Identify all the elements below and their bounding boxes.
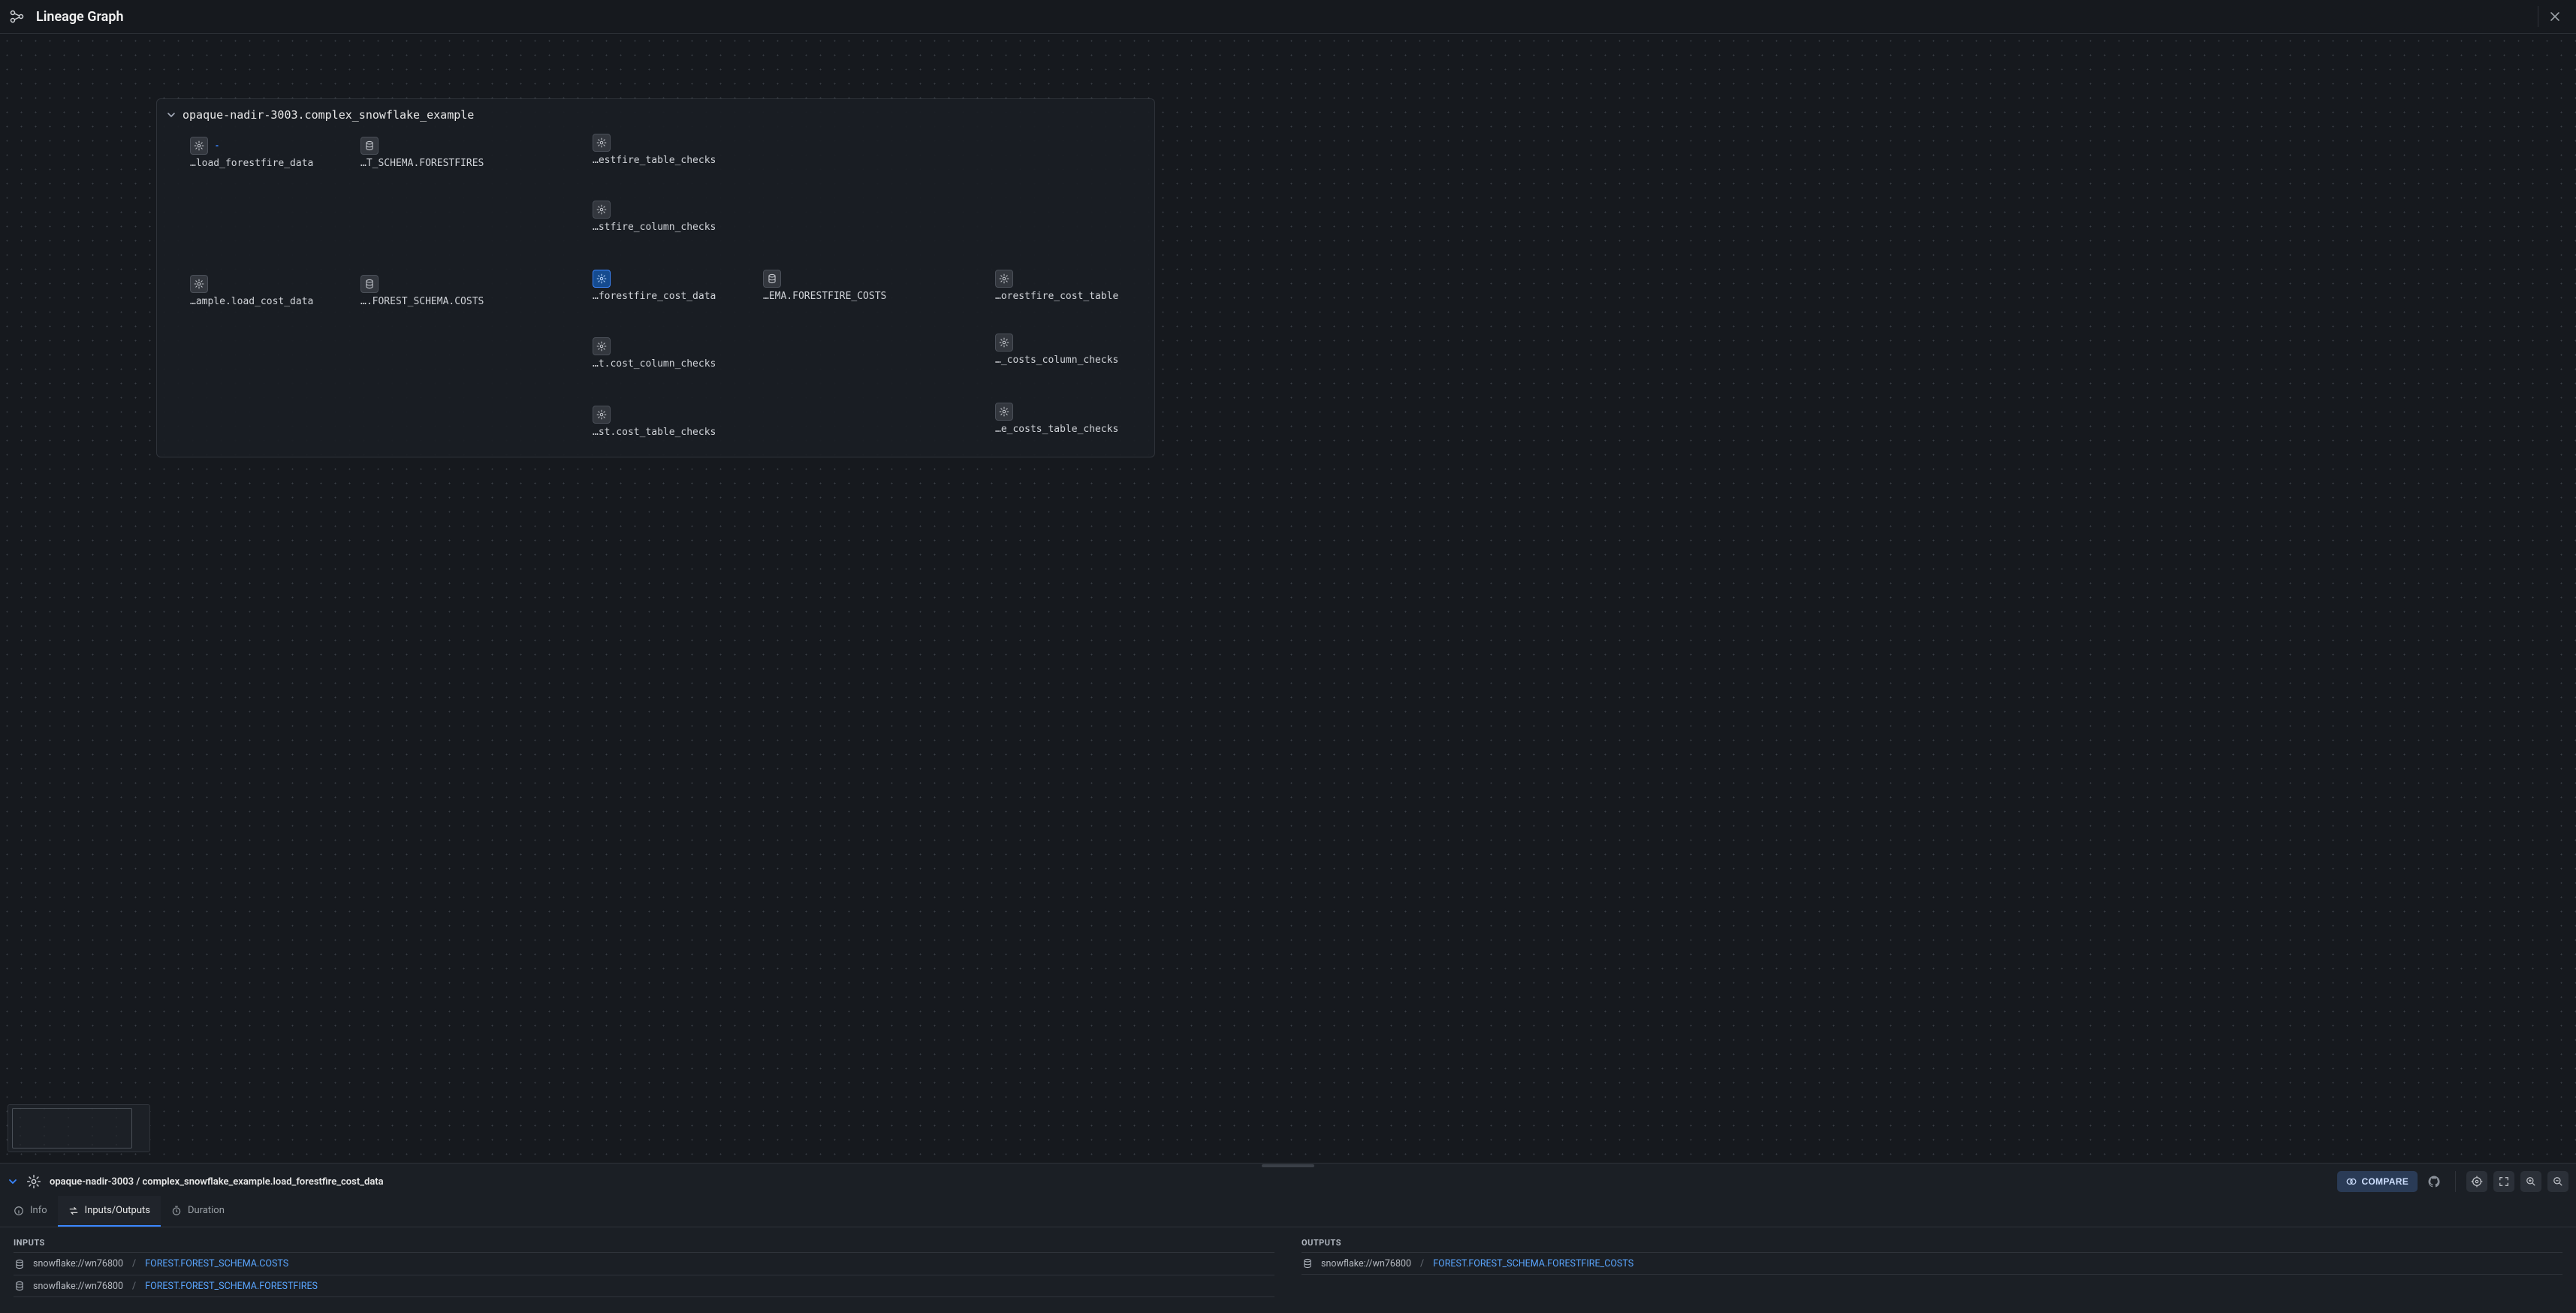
- dataset-icon: [14, 1280, 26, 1292]
- lineage-canvas[interactable]: opaque-nadir-3003.complex_snowflake_exam…: [0, 34, 2576, 1163]
- node-cost-column-checks[interactable]: …t.cost_column_checks: [593, 337, 716, 370]
- dataset-icon: [14, 1258, 26, 1270]
- github-icon[interactable]: [2424, 1171, 2445, 1192]
- panel-collapse-toggle[interactable]: [8, 1176, 18, 1187]
- node-label: …e_costs_table_checks: [995, 424, 1118, 435]
- node-label: …EMA.FORESTFIRE_COSTS: [763, 291, 886, 302]
- node-forestfire-table-checks[interactable]: …estfire_table_checks: [593, 134, 716, 166]
- node-label: …t.cost_column_checks: [593, 358, 716, 370]
- node-costs-table[interactable]: ….FOREST_SCHEMA.COSTS: [360, 275, 484, 307]
- node-label: …load_forestfire_data: [190, 158, 313, 169]
- node-load-forestfire-data[interactable]: …load_forestfire_data: [190, 137, 313, 169]
- compare-button[interactable]: COMPARE: [2337, 1171, 2418, 1192]
- fullscreen-button[interactable]: [2493, 1171, 2514, 1192]
- zoom-out-button[interactable]: [2547, 1171, 2568, 1192]
- group-title: opaque-nadir-3003.complex_snowflake_exam…: [182, 108, 474, 122]
- page-title: Lineage Graph: [36, 9, 124, 25]
- node-label: …_costs_column_checks: [995, 355, 1118, 366]
- node-forestfire-cost-data[interactable]: …forestfire_cost_data: [593, 270, 716, 302]
- node-label: …ample.load_cost_data: [190, 296, 313, 307]
- minimap-viewport[interactable]: [12, 1108, 132, 1148]
- lineage-logo-icon: [9, 7, 29, 26]
- output-row[interactable]: snowflake://wn76800 / FOREST.FOREST_SCHE…: [1302, 1252, 2562, 1275]
- dataset-path: FOREST.FOREST_SCHEMA.FORESTFIRES: [145, 1281, 318, 1292]
- node-label: …forestfire_cost_data: [593, 291, 716, 302]
- dataset-host: snowflake://wn76800: [1321, 1258, 1411, 1269]
- dataset-host: snowflake://wn76800: [33, 1281, 123, 1292]
- node-label: …st.cost_table_checks: [593, 427, 716, 438]
- gear-icon: [24, 1172, 44, 1191]
- outputs-column: OUTPUTS snowflake://wn76800 / FOREST.FOR…: [1288, 1227, 2576, 1313]
- node-forestfire-costs-table[interactable]: …EMA.FORESTFIRE_COSTS: [763, 270, 886, 302]
- tab-duration[interactable]: Duration: [161, 1196, 235, 1227]
- compare-label: COMPARE: [2361, 1176, 2409, 1187]
- node-forestfire-column-checks[interactable]: …stfire_column_checks: [593, 201, 716, 233]
- input-row[interactable]: snowflake://wn76800 / FOREST.FOREST_SCHE…: [14, 1275, 1274, 1297]
- group-collapse-toggle[interactable]: [166, 110, 176, 120]
- inputs-column: INPUTS snowflake://wn76800 / FOREST.FORE…: [0, 1227, 1288, 1313]
- tab-inputs-outputs[interactable]: Inputs/Outputs: [58, 1196, 161, 1227]
- node-cost-table-checks[interactable]: …st.cost_table_checks: [593, 406, 716, 438]
- node-label: …stfire_column_checks: [593, 222, 716, 233]
- node-load-cost-data[interactable]: …ample.load_cost_data: [190, 275, 313, 307]
- node-label: …estfire_table_checks: [593, 155, 716, 166]
- toolbar-divider: [2455, 1171, 2456, 1192]
- zoom-in-button[interactable]: [2520, 1171, 2541, 1192]
- center-button[interactable]: [2466, 1171, 2487, 1192]
- node-forestfire-cost-table-job[interactable]: …orestfire_cost_table: [995, 270, 1118, 302]
- minimap[interactable]: [8, 1104, 150, 1152]
- outputs-heading: OUTPUTS: [1302, 1233, 2562, 1252]
- node-forestfires-table[interactable]: …T_SCHEMA.FORESTFIRES: [360, 137, 484, 169]
- node-label: …T_SCHEMA.FORESTFIRES: [360, 158, 484, 169]
- node-costs-table-checks[interactable]: …e_costs_table_checks: [995, 403, 1118, 435]
- dataset-path: FOREST.FOREST_SCHEMA.FORESTFIRE_COSTS: [1433, 1258, 1633, 1269]
- tab-label: Inputs/Outputs: [85, 1205, 150, 1216]
- input-row[interactable]: snowflake://wn76800 / FOREST.FOREST_SCHE…: [14, 1252, 1274, 1275]
- node-costs-column-checks[interactable]: …_costs_column_checks: [995, 334, 1118, 366]
- close-button[interactable]: [2543, 5, 2567, 29]
- tab-label: Info: [30, 1205, 47, 1216]
- tab-label: Duration: [188, 1205, 225, 1216]
- dataset-host: snowflake://wn76800: [33, 1258, 123, 1269]
- dataset-icon: [1302, 1257, 1314, 1269]
- node-label: ….FOREST_SCHEMA.COSTS: [360, 296, 484, 307]
- breadcrumb: opaque-nadir-3003 / complex_snowflake_ex…: [50, 1176, 384, 1188]
- tab-info[interactable]: Info: [3, 1196, 58, 1227]
- node-label: …orestfire_cost_table: [995, 291, 1118, 302]
- dataset-path: FOREST.FOREST_SCHEMA.COSTS: [145, 1258, 288, 1269]
- inputs-heading: INPUTS: [14, 1233, 1274, 1252]
